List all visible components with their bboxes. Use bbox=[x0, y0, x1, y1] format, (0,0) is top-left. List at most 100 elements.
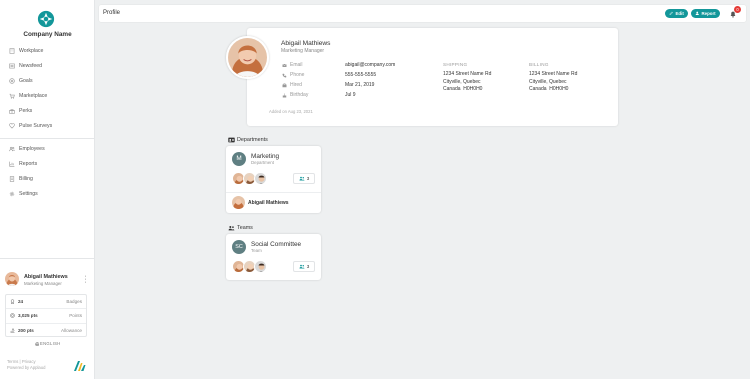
language-label: ENGLISH bbox=[40, 341, 61, 346]
nav-label: Goals bbox=[19, 77, 33, 84]
points-icon bbox=[10, 313, 15, 319]
nav-label: Workplace bbox=[19, 47, 44, 54]
email-value[interactable]: abigail@company.com bbox=[345, 62, 395, 68]
section-title: Teams bbox=[237, 225, 253, 231]
nav-label: Billing bbox=[19, 175, 33, 182]
edit-icon bbox=[669, 11, 673, 16]
hired-value: Mar 21, 2019 bbox=[345, 82, 375, 88]
sidebar-footer: Terms | Privacy Powered by Applaud bbox=[7, 359, 45, 371]
stat-points: 3,025 pts Points bbox=[6, 309, 86, 324]
nav-divider bbox=[0, 138, 95, 139]
department-lead-name[interactable]: Abigail Mathiews bbox=[248, 200, 289, 206]
user-name: Abigail Mathiews bbox=[24, 274, 68, 280]
marketplace-icon bbox=[9, 93, 15, 99]
nav-label: Perks bbox=[19, 107, 33, 114]
current-user-card: Abigail Mathiews Marketing Manager · · · 2… bbox=[0, 258, 95, 379]
address-line: 1234 Street Name Rd bbox=[529, 71, 578, 77]
added-date: Added on Aug 23, 2021 bbox=[269, 109, 313, 114]
member-avatars bbox=[232, 172, 272, 185]
cake-icon bbox=[282, 93, 287, 97]
nav-item-marketplace[interactable]: Marketplace bbox=[0, 88, 95, 103]
stat-label: Points bbox=[69, 313, 82, 319]
edit-label: Edit bbox=[675, 11, 684, 16]
member-avatars bbox=[232, 260, 272, 273]
avatar bbox=[254, 172, 267, 185]
nav-label: Reports bbox=[19, 160, 38, 167]
group-type: Team bbox=[251, 248, 262, 253]
billing-icon bbox=[9, 175, 15, 182]
field-label: Email bbox=[290, 62, 303, 68]
badge-icon bbox=[10, 299, 15, 305]
nav-item-goals[interactable]: Goals bbox=[0, 73, 95, 88]
avatar[interactable] bbox=[5, 272, 19, 286]
nav-item-pulse-surveys[interactable]: Pulse Surveys bbox=[0, 118, 95, 133]
goals-icon bbox=[9, 77, 15, 84]
stat-label: Badges bbox=[66, 299, 82, 305]
report-button[interactable]: Report bbox=[691, 9, 720, 18]
group-name: Marketing bbox=[251, 153, 280, 160]
profile-name: Abigail Mathiews bbox=[281, 40, 331, 47]
address-line: Cityville, Quebec bbox=[443, 78, 481, 85]
edit-button[interactable]: Edit bbox=[665, 9, 688, 18]
settings-icon bbox=[9, 191, 15, 196]
nav-item-employees[interactable]: Employees bbox=[0, 141, 95, 156]
envelope-icon bbox=[282, 63, 287, 67]
stat-badges: 24 Badges bbox=[6, 295, 86, 310]
address-line: 1234 Street Name Rd bbox=[443, 71, 492, 77]
stat-value: 3,025 pts bbox=[18, 313, 38, 319]
more-vertical-icon[interactable]: · · · bbox=[84, 273, 87, 286]
group-name: Social Committee bbox=[251, 241, 302, 248]
billing-address: 1234 Street Name Rd Cityville, Quebec Ca… bbox=[529, 71, 577, 94]
phone-icon bbox=[282, 73, 287, 77]
page-title: Profile bbox=[103, 10, 121, 16]
nav-label: Settings bbox=[19, 190, 38, 197]
globe-icon bbox=[34, 341, 39, 346]
workplace-icon bbox=[9, 47, 15, 54]
nav-label: Marketplace bbox=[19, 92, 48, 99]
section-title: Departments bbox=[237, 137, 268, 143]
nav-item-workplace[interactable]: Workplace bbox=[0, 43, 95, 58]
address-line: Canada H0H0H0 bbox=[443, 86, 483, 92]
nav-item-perks[interactable]: Perks bbox=[0, 103, 95, 118]
page-header: Profile Edit Report bbox=[99, 5, 746, 22]
secondary-nav: Employees Reports Billing Settings bbox=[0, 141, 95, 201]
notification-badge: 0 bbox=[734, 6, 741, 13]
team-card[interactable]: SC Social Committee Team 3 bbox=[226, 234, 321, 280]
briefcase-icon bbox=[282, 83, 287, 87]
profile-avatar bbox=[226, 36, 269, 79]
nav-label: Employees bbox=[19, 145, 45, 152]
applaud-logo bbox=[74, 361, 86, 371]
phone-value: 555-555-5555 bbox=[345, 72, 377, 78]
member-count[interactable]: 3 bbox=[293, 261, 315, 272]
nav-item-settings[interactable]: Settings bbox=[0, 186, 95, 201]
department-card[interactable]: M Marketing Department 3 Abigail Mathiew… bbox=[226, 146, 321, 213]
shipping-address: 1234 Street Name Rd Cityville, Quebec Ca… bbox=[443, 71, 491, 94]
hired-label: Hired bbox=[282, 82, 302, 88]
address-line: Canada H0H0H0 bbox=[529, 86, 569, 92]
company-logo[interactable] bbox=[37, 10, 55, 28]
profile-role: Marketing Manager bbox=[281, 48, 325, 54]
email-label: Email bbox=[282, 62, 303, 68]
birthday-value: Jul 9 bbox=[345, 92, 356, 98]
avatar bbox=[254, 260, 267, 273]
stat-allowance: 200 pts Allowance bbox=[6, 324, 86, 338]
nav-item-billing[interactable]: Billing bbox=[0, 171, 95, 186]
nav-item-reports[interactable]: Reports bbox=[0, 156, 95, 171]
users-icon bbox=[299, 176, 305, 181]
users-icon bbox=[228, 225, 235, 231]
person-icon bbox=[695, 11, 699, 16]
member-count[interactable]: 3 bbox=[293, 173, 315, 184]
powered-by: Powered by Applaud bbox=[7, 365, 46, 370]
user-stats: 24 Badges 3,025 pts Points 200 pts Allow… bbox=[5, 294, 87, 337]
stat-value: 200 pts bbox=[18, 328, 34, 334]
group-avatar: SC bbox=[232, 240, 246, 254]
group-type: Department bbox=[251, 160, 274, 165]
stat-value: 24 bbox=[18, 299, 24, 305]
nav-label: Pulse Surveys bbox=[19, 122, 53, 129]
nav-item-newsfeed[interactable]: Newsfeed bbox=[0, 58, 95, 73]
member-count-value: 3 bbox=[306, 176, 310, 181]
language-selector[interactable]: ENGLISH bbox=[0, 341, 95, 346]
company-name: Company Name bbox=[23, 31, 72, 38]
group-avatar: M bbox=[232, 152, 246, 166]
nav-label: Newsfeed bbox=[19, 62, 43, 69]
